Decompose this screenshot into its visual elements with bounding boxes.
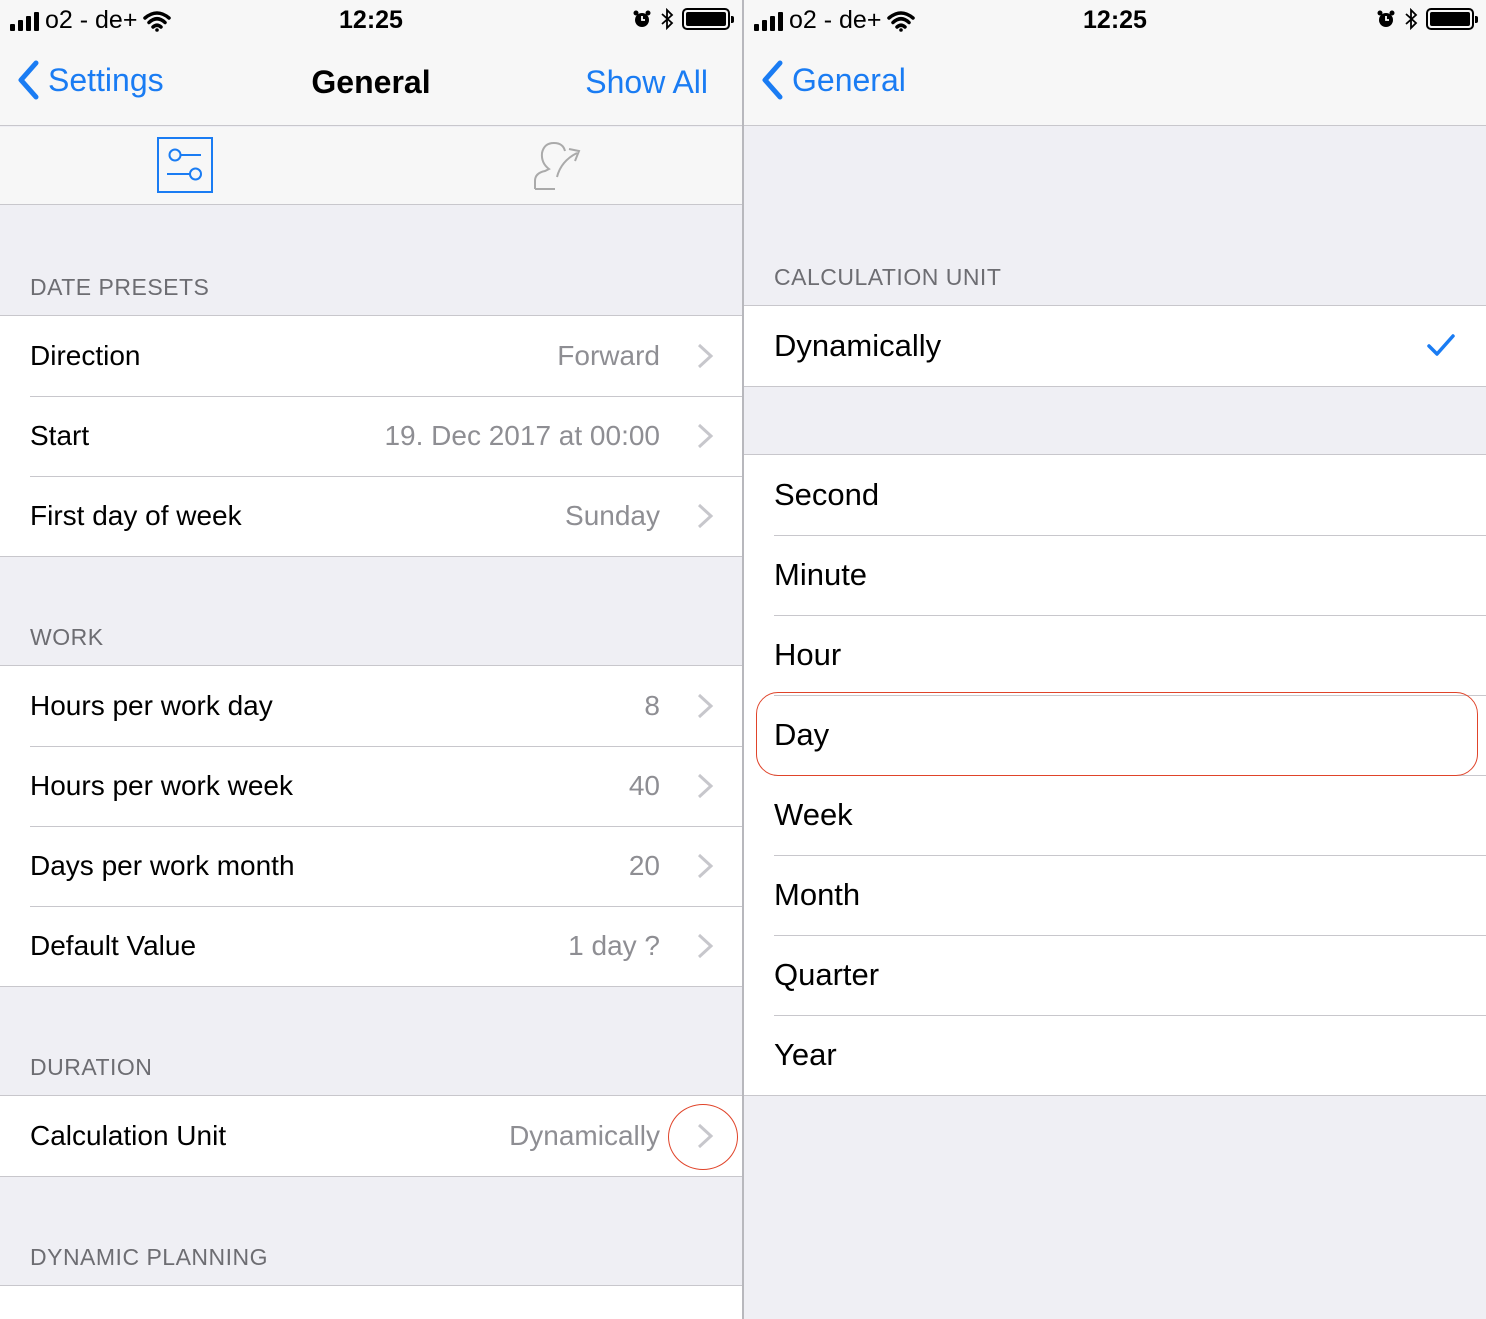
general-settings-screen: o2 - de+ 12:25 Settings General Show All…: [0, 0, 742, 1319]
chevron-right-icon: [697, 423, 714, 449]
checkmark-icon: [1427, 334, 1455, 356]
row-value: 19. Dec 2017 at 00:00: [384, 420, 660, 451]
carrier-label: o2 - de+: [45, 6, 138, 34]
option-label: Year: [774, 1037, 837, 1072]
section-header-date-presets: DATE PRESETS: [30, 274, 210, 300]
section-header-work: WORK: [30, 624, 104, 650]
wifi-icon: [143, 10, 172, 32]
dynamic-planning-group: [0, 1285, 742, 1319]
chevron-left-icon: [762, 60, 783, 100]
status-right: [1376, 8, 1478, 30]
option-label: Minute: [774, 557, 868, 592]
option-label: Second: [774, 477, 880, 512]
chevron-right-icon: [697, 773, 714, 799]
row-direction[interactable]: Direction Forward: [0, 316, 742, 396]
row-label: First day of week: [30, 500, 242, 531]
chevron-left-icon: [18, 60, 39, 100]
row-hours-per-work-day[interactable]: Hours per work day 8: [0, 666, 742, 746]
option-week[interactable]: Week: [744, 775, 1486, 855]
carrier-label: o2 - de+: [789, 6, 882, 34]
option-label: Quarter: [774, 957, 880, 992]
bluetooth-icon: [1405, 8, 1418, 30]
calculation-unit-screen: o2 - de+ 12:25 General CALCULATION UNIT …: [744, 0, 1486, 1319]
option-hour[interactable]: Hour: [744, 615, 1486, 695]
annotation-highlight: [756, 692, 1478, 776]
row-value: Sunday: [565, 500, 660, 531]
option-year[interactable]: Year: [744, 1015, 1486, 1095]
row-label: Direction: [30, 340, 141, 371]
back-button-label: General: [792, 61, 906, 98]
status-left: o2 - de+: [754, 6, 916, 35]
row-label: Hours per work day: [30, 690, 273, 721]
status-bar: o2 - de+ 12:25: [0, 0, 742, 42]
battery-icon: [682, 8, 734, 30]
annotation-circle: [668, 1104, 738, 1170]
back-button-label: Settings: [48, 61, 164, 98]
row-start[interactable]: Start 19. Dec 2017 at 00:00: [0, 396, 742, 476]
option-quarter[interactable]: Quarter: [744, 935, 1486, 1015]
battery-icon: [1426, 8, 1478, 30]
show-all-button[interactable]: Show All: [585, 64, 708, 101]
option-label: Month: [774, 877, 861, 912]
option-dynamically[interactable]: Dynamically: [744, 306, 1486, 386]
dynamic-option-group: Dynamically: [744, 305, 1486, 387]
work-group: Hours per work day 8 Hours per work week…: [0, 665, 742, 987]
section-header-dynamic-planning: DYNAMIC PLANNING: [30, 1244, 269, 1270]
row-label: Hours per work week: [30, 770, 293, 801]
navigation-bar: General: [744, 42, 1486, 126]
back-button-settings[interactable]: Settings: [16, 60, 164, 100]
row-value: Dynamically: [509, 1120, 660, 1151]
duration-group: Calculation Unit Dynamically: [0, 1095, 742, 1177]
status-bar: o2 - de+ 12:25: [744, 0, 1486, 42]
row-value: 1 day ?: [568, 930, 660, 961]
row-default-value[interactable]: Default Value 1 day ?: [0, 906, 742, 986]
icon-tab-bar: [0, 127, 742, 205]
navigation-bar: Settings General Show All: [0, 42, 742, 126]
row-value: Forward: [557, 340, 660, 371]
row-label: Start: [30, 420, 90, 451]
chevron-right-icon: [697, 343, 714, 369]
row-calculation-unit[interactable]: Calculation Unit Dynamically: [0, 1096, 742, 1176]
chevron-right-icon: [697, 933, 714, 959]
signal-icon: [754, 11, 783, 31]
row-hours-per-work-week[interactable]: Hours per work week 40: [0, 746, 742, 826]
back-button-general[interactable]: General: [760, 60, 906, 100]
section-header-duration: DURATION: [30, 1054, 153, 1080]
section-header-calculation-unit: CALCULATION UNIT: [774, 264, 1002, 290]
row-value: 20: [628, 850, 660, 881]
row-first-day-of-week[interactable]: First day of week Sunday: [0, 476, 742, 556]
option-minute[interactable]: Minute: [744, 535, 1486, 615]
option-label: Week: [774, 797, 853, 832]
row-label: Days per work month: [30, 850, 295, 881]
signal-icon: [10, 11, 39, 31]
chevron-right-icon: [697, 853, 714, 879]
chevron-right-icon: [697, 503, 714, 529]
settings-sliders-icon[interactable]: [157, 137, 213, 193]
alarm-icon: [633, 10, 651, 27]
row-label: Calculation Unit: [30, 1120, 227, 1151]
chevron-right-icon: [697, 693, 714, 719]
bluetooth-icon: [661, 8, 674, 30]
date-presets-group: Direction Forward Start 19. Dec 2017 at …: [0, 315, 742, 557]
row-label: Default Value: [30, 930, 197, 961]
option-second[interactable]: Second: [744, 455, 1486, 535]
wifi-icon: [887, 10, 916, 32]
status-left: o2 - de+: [10, 6, 172, 35]
row-value: 40: [628, 770, 660, 801]
row-value: 8: [644, 690, 660, 721]
option-label: Hour: [774, 637, 842, 672]
row-days-per-work-month[interactable]: Days per work month 20: [0, 826, 742, 906]
share-user-icon[interactable]: [527, 137, 583, 193]
option-month[interactable]: Month: [744, 855, 1486, 935]
option-label: Dynamically: [774, 328, 942, 363]
status-right: [632, 8, 734, 30]
alarm-icon: [1377, 10, 1395, 27]
